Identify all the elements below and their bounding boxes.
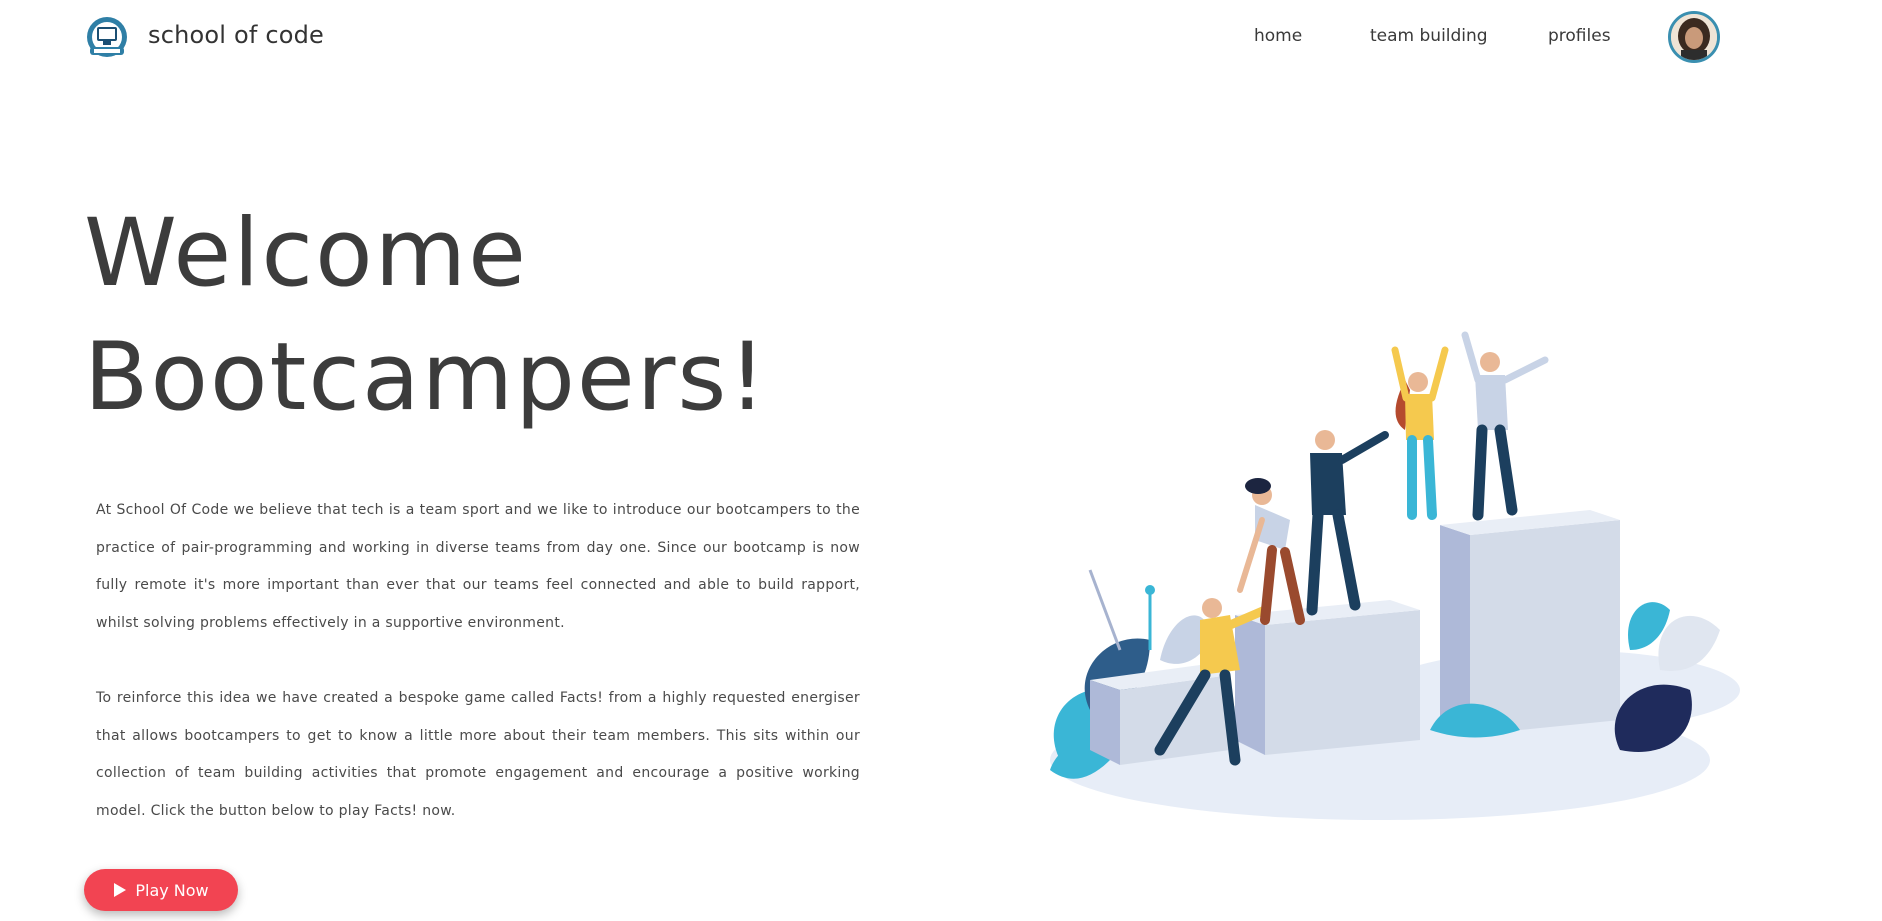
- navbar: school of code home team building profil…: [0, 0, 1882, 76]
- nav-profiles-link[interactable]: profiles: [1548, 26, 1611, 46]
- nav-team-building-link[interactable]: team building: [1370, 26, 1488, 46]
- hero-title: Welcome Bootcampers!: [84, 192, 768, 440]
- intro-paragraph-2: To reinforce this idea we have created a…: [96, 690, 860, 819]
- play-now-button[interactable]: Play Now: [84, 869, 238, 911]
- hero-title-line-1: Welcome: [84, 199, 528, 308]
- intro-paragraph-1: At School Of Code we believe that tech i…: [96, 502, 860, 631]
- play-icon: [114, 883, 127, 897]
- play-now-label: Play Now: [135, 880, 209, 900]
- hero-title-line-2: Bootcampers!: [84, 323, 769, 432]
- avatar-portrait-icon: [1671, 14, 1717, 60]
- teamwork-illustration: [1050, 331, 1740, 820]
- school-of-code-logo-icon[interactable]: [84, 13, 130, 63]
- nav-home-link[interactable]: home: [1254, 26, 1302, 46]
- user-avatar[interactable]: [1668, 11, 1720, 63]
- brand-name[interactable]: school of code: [148, 21, 324, 49]
